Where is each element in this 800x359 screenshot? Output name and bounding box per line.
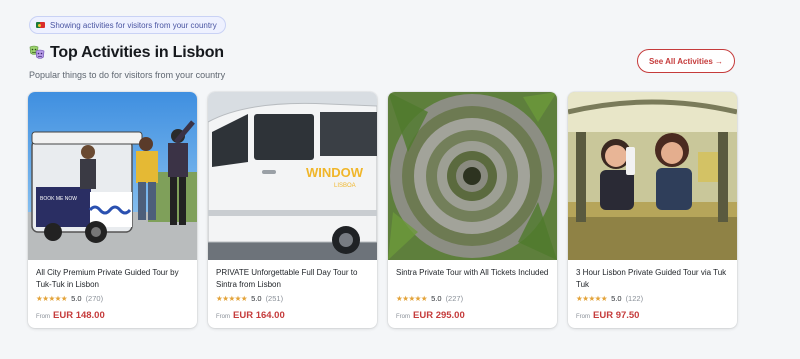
rating-score: 5.0 <box>71 294 82 303</box>
portugal-flag-icon <box>36 22 45 28</box>
activity-card[interactable]: 3 Hour Lisbon Private Guided Tour via Tu… <box>568 92 737 328</box>
review-count: (227) <box>445 294 464 303</box>
rating: ★★★★★ 5.0 (122) <box>576 294 729 303</box>
price: From EUR 295.00 <box>396 310 549 321</box>
activity-title[interactable]: PRIVATE Unforgettable Full Day Tour to S… <box>216 267 369 290</box>
price-from-label: From <box>396 314 410 320</box>
rating-score: 5.0 <box>431 294 442 303</box>
rating: ★★★★★ 5.0 (227) <box>396 294 549 303</box>
activity-title[interactable]: Sintra Private Tour with All Tickets Inc… <box>396 267 549 290</box>
price-amount: EUR 295.00 <box>413 310 465 321</box>
rating: ★★★★★ 5.0 (251) <box>216 294 369 303</box>
theater-masks-icon <box>29 45 45 61</box>
review-count: (122) <box>625 294 644 303</box>
review-count: (251) <box>265 294 284 303</box>
price: From EUR 164.00 <box>216 310 369 321</box>
svg-text:LISBOA: LISBOA <box>334 183 356 189</box>
activity-card[interactable]: BOOK ME NOW All City Premium Private Gui… <box>28 92 197 328</box>
see-all-activities-button[interactable]: See All Activities → <box>637 49 735 73</box>
star-rating-icon: ★★★★★ <box>396 294 428 303</box>
price: From EUR 97.50 <box>576 310 729 321</box>
activity-photo[interactable] <box>388 92 557 260</box>
activity-photo[interactable]: WINDOW LISBOA <box>208 92 377 260</box>
notice-text: Showing activities for visitors from you… <box>50 20 217 30</box>
activity-title[interactable]: 3 Hour Lisbon Private Guided Tour via Tu… <box>576 267 729 290</box>
activity-card[interactable]: Sintra Private Tour with All Tickets Inc… <box>388 92 557 328</box>
svg-text:WINDOW: WINDOW <box>306 165 364 180</box>
svg-text:BOOK ME NOW: BOOK ME NOW <box>40 196 77 202</box>
price-from-label: From <box>576 314 590 320</box>
review-count: (270) <box>85 294 104 303</box>
rating-score: 5.0 <box>611 294 622 303</box>
price-from-label: From <box>36 314 50 320</box>
section-title: Top Activities in Lisbon <box>50 44 224 61</box>
activity-title[interactable]: All City Premium Private Guided Tour by … <box>36 267 189 290</box>
activity-card-list: BOOK ME NOW All City Premium Private Gui… <box>28 92 737 328</box>
price: From EUR 148.00 <box>36 310 189 321</box>
star-rating-icon: ★★★★★ <box>36 294 68 303</box>
section-header: Top Activities in Lisbon Popular things … <box>29 44 459 80</box>
price-amount: EUR 148.00 <box>53 310 105 321</box>
price-amount: EUR 97.50 <box>593 310 640 321</box>
activity-photo[interactable] <box>568 92 737 260</box>
section-subtitle: Popular things to do for visitors from y… <box>29 70 226 80</box>
rating: ★★★★★ 5.0 (270) <box>36 294 189 303</box>
price-from-label: From <box>216 314 230 320</box>
activity-card[interactable]: WINDOW LISBOA PRIVATE Unforgettable Full… <box>208 92 377 328</box>
star-rating-icon: ★★★★★ <box>576 294 608 303</box>
activity-photo[interactable]: BOOK ME NOW <box>28 92 197 260</box>
star-rating-icon: ★★★★★ <box>216 294 248 303</box>
visitor-country-notice: Showing activities for visitors from you… <box>29 16 226 34</box>
price-amount: EUR 164.00 <box>233 310 285 321</box>
rating-score: 5.0 <box>251 294 262 303</box>
